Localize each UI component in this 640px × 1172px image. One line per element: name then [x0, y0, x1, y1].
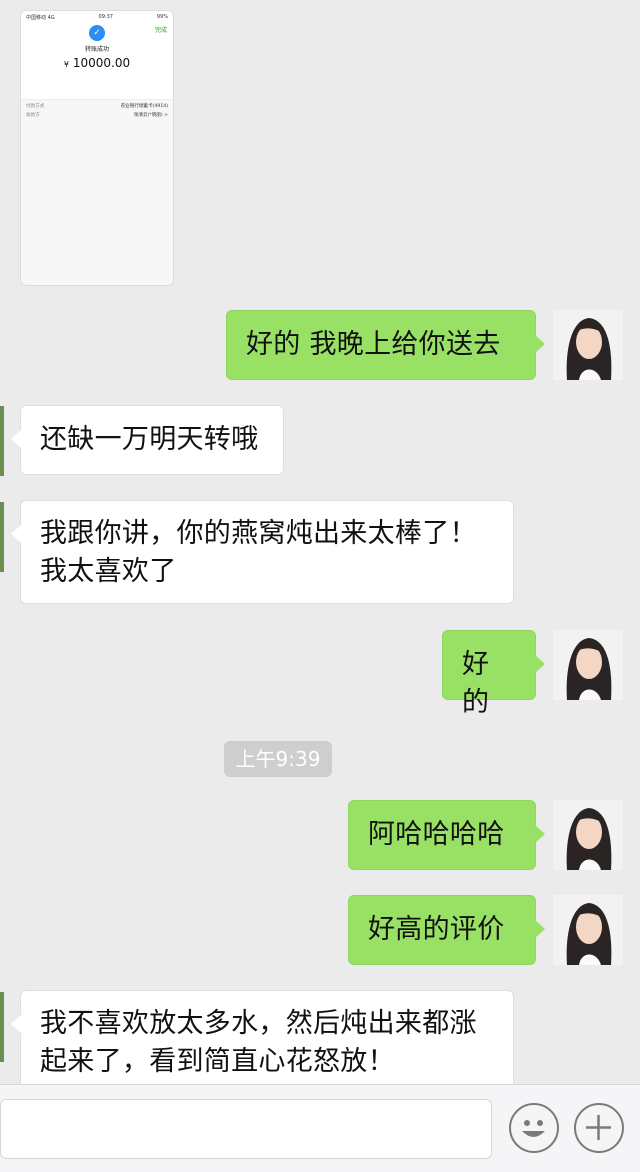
transfer-details: 付款方式 农业银行储蓄卡(4914) 收款方 张清云(*晓丽) >	[21, 103, 173, 118]
detail-label: 付款方式	[26, 104, 45, 109]
transfer-amount: ¥ 10000.00	[21, 56, 173, 70]
chat-input-bar	[0, 1084, 640, 1172]
currency-symbol: ¥	[63, 60, 69, 69]
timestamp-label: 上午9:39	[224, 741, 332, 777]
received-message-bubble[interactable]: 还缺一万明天转哦	[11, 405, 284, 475]
chat-window: 中国移动 4G 09:37 99% 完成 ✓ 转账成功 ¥ 10000.00 付…	[0, 0, 640, 1172]
contact-avatar-edge	[0, 502, 4, 572]
mini-done-label: 完成	[154, 27, 167, 34]
received-message-bubble[interactable]: 我不喜欢放太多水，然后炖出来都涨 起来了，看到简直心花怒放！	[11, 990, 514, 1094]
message-line: 我不喜欢放太多水，然后炖出来都涨	[40, 1008, 477, 1039]
avatar-portrait-icon	[553, 310, 623, 380]
emoji-face-icon	[522, 1120, 545, 1137]
my-avatar[interactable]	[553, 895, 623, 965]
sent-message-bubble[interactable]: 好的 我晚上给你送去	[226, 310, 545, 380]
message-input[interactable]	[0, 1099, 492, 1159]
mini-time: 09:37	[98, 14, 113, 20]
message-line: 我跟你讲，你的燕窝炖出来太棒了！	[40, 518, 477, 549]
transfer-summary: 中国移动 4G 09:37 99% 完成 ✓ 转账成功 ¥ 10000.00	[21, 11, 173, 100]
more-options-button[interactable]	[574, 1103, 624, 1153]
avatar-portrait-icon	[553, 630, 623, 700]
transfer-screenshot-image[interactable]: 中国移动 4G 09:37 99% 完成 ✓ 转账成功 ¥ 10000.00 付…	[20, 10, 174, 286]
amount-value: 10000.00	[72, 56, 131, 70]
plus-circle-icon	[586, 1115, 611, 1140]
my-avatar[interactable]	[553, 630, 623, 700]
mini-carrier: 中国移动 4G	[26, 15, 55, 21]
avatar-portrait-icon	[553, 800, 623, 870]
detail-row: 收款方 张清云(*晓丽) >	[26, 112, 168, 118]
message-line: 我太喜欢了	[40, 556, 177, 587]
received-message-bubble[interactable]: 我跟你讲，你的燕窝炖出来太棒了！ 我太喜欢了	[11, 500, 514, 604]
detail-value: 张清云(*晓丽) >	[133, 113, 168, 118]
sent-message-bubble[interactable]: 好的	[442, 630, 545, 718]
sent-message-bubble[interactable]: 好高的评价	[348, 895, 545, 965]
transfer-logo-icon: ✓	[89, 25, 105, 41]
mini-status-bar: 中国移动 4G 09:37 99%	[21, 11, 173, 21]
detail-value: 农业银行储蓄卡(4914)	[120, 104, 168, 109]
avatar-portrait-icon	[553, 895, 623, 965]
sent-message-bubble[interactable]: 阿哈哈哈哈	[348, 800, 545, 870]
my-avatar[interactable]	[553, 800, 623, 870]
transfer-title: 转账成功	[84, 46, 109, 53]
mini-battery: 99%	[156, 14, 168, 20]
detail-label: 收款方	[26, 113, 40, 118]
contact-avatar-edge	[0, 406, 4, 476]
detail-row: 付款方式 农业银行储蓄卡(4914)	[26, 103, 168, 109]
message-line: 起来了，看到简直心花怒放！	[40, 1046, 395, 1077]
emoji-button[interactable]	[509, 1103, 559, 1153]
contact-avatar-edge	[0, 992, 4, 1062]
my-avatar[interactable]	[553, 310, 623, 380]
